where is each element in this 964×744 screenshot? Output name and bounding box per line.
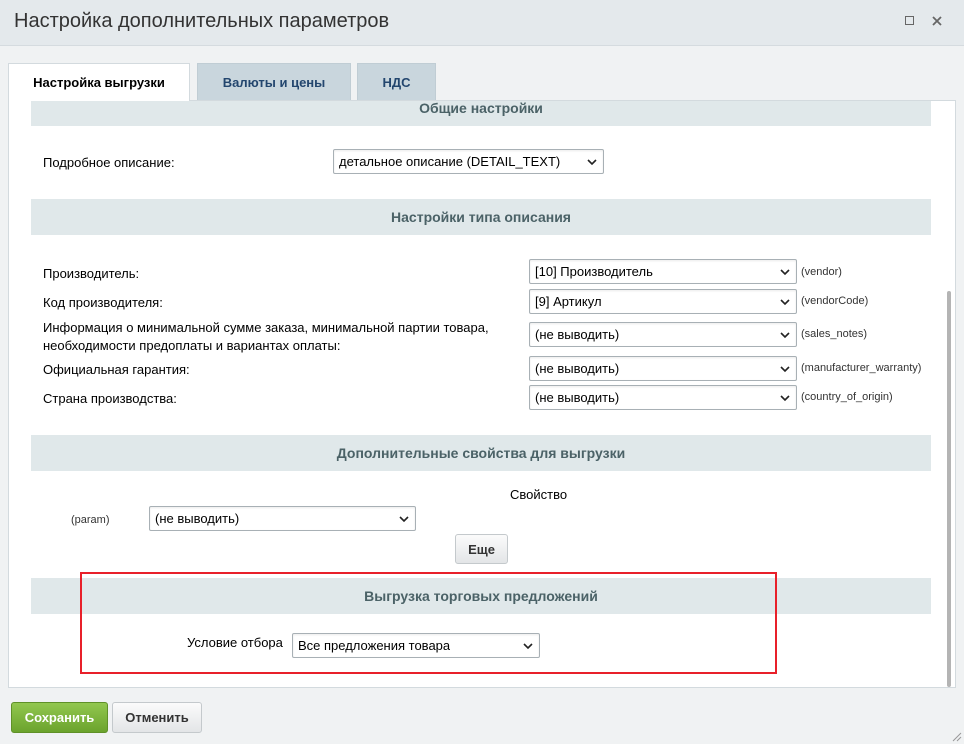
section-title: Выгрузка торговых предложений [364, 588, 598, 604]
maximize-icon[interactable] [902, 13, 918, 29]
section-title: Настройки типа описания [391, 209, 571, 225]
scrollbar[interactable] [947, 291, 951, 687]
more-button[interactable]: Еще [455, 534, 508, 564]
vendor-code-hint: (vendor) [801, 266, 842, 278]
tab-label: Настройка выгрузки [33, 75, 165, 90]
detail-description-label: Подробное описание: [43, 155, 175, 170]
close-icon[interactable] [929, 13, 945, 29]
chevron-down-icon [587, 159, 597, 166]
chevron-down-icon [780, 269, 790, 276]
select-value: (не выводить) [535, 390, 620, 405]
sales-notes-code-hint: (sales_notes) [801, 328, 868, 340]
save-button[interactable]: Сохранить [11, 702, 108, 733]
select-value: [9] Артикул [535, 294, 602, 309]
sales-notes-label-line2: необходимости предоплаты и вариантах опл… [43, 338, 341, 353]
tab-currencies-prices[interactable]: Валюты и цены [197, 63, 351, 100]
chevron-down-icon [780, 366, 790, 373]
property-column-label: Свойство [510, 487, 568, 502]
tab-label: Валюты и цены [222, 74, 326, 90]
chevron-down-icon [780, 332, 790, 339]
section-title: Дополнительные свойства для выгрузки [336, 445, 626, 461]
chevron-down-icon [399, 516, 409, 523]
select-value: (не выводить) [155, 511, 240, 526]
tab-vat[interactable]: НДС [357, 63, 436, 100]
cancel-button[interactable]: Отменить [112, 702, 202, 733]
vendorcode-code-hint: (vendorCode) [801, 295, 869, 307]
select-value: детальное описание (DETAIL_TEXT) [339, 154, 561, 169]
select-value: Все предложения товара [298, 638, 451, 653]
manufacturer-warranty-code-hint: (manufacturer_warranty) [801, 362, 922, 374]
tab-label: НДС [382, 74, 411, 90]
country-of-origin-code-hint: (country_of_origin) [801, 391, 893, 403]
vendor-code-label: Код производителя: [43, 295, 163, 310]
manufacturer-warranty-label: Официальная гарантия: [43, 362, 190, 377]
section-title: Общие настройки [419, 100, 543, 116]
sales-notes-label-line1: Информация о минимальной сумме заказа, м… [43, 320, 489, 335]
chevron-down-icon [523, 643, 533, 650]
resize-grip-icon[interactable] [950, 730, 962, 742]
select-value: (не выводить) [535, 361, 620, 376]
vendor-select[interactable]: [10] Производитель [529, 259, 797, 284]
detail-description-select[interactable]: детальное описание (DETAIL_TEXT) [333, 149, 604, 174]
section-header-offers: Выгрузка торговых предложений [31, 578, 931, 614]
chevron-down-icon [780, 395, 790, 402]
dialog-title: Настройка дополнительных параметров [14, 10, 390, 32]
vendor-label: Производитель: [43, 266, 140, 281]
vendor-code-select[interactable]: [9] Артикул [529, 289, 797, 314]
select-value: [10] Производитель [535, 264, 653, 279]
param-select[interactable]: (не выводить) [149, 506, 416, 531]
section-header-general: Общие настройки [31, 100, 931, 126]
select-value: (не выводить) [535, 327, 620, 342]
param-label: (param) [71, 514, 110, 526]
selection-condition-select[interactable]: Все предложения товара [292, 633, 540, 658]
chevron-down-icon [780, 299, 790, 306]
country-of-origin-label: Страна производства: [43, 391, 177, 406]
dialog-titlebar: Настройка дополнительных параметров [0, 0, 964, 46]
tab-export-settings[interactable]: Настройка выгрузки [8, 63, 190, 101]
country-of-origin-select[interactable]: (не выводить) [529, 385, 797, 410]
manufacturer-warranty-select[interactable]: (не выводить) [529, 356, 797, 381]
settings-panel: Общие настройки Подробное описание: дета… [8, 100, 956, 688]
section-header-description-type: Настройки типа описания [31, 199, 931, 235]
selection-condition-label: Условие отбора [187, 635, 283, 650]
sales-notes-select[interactable]: (не выводить) [529, 322, 797, 347]
section-header-extra-properties: Дополнительные свойства для выгрузки [31, 435, 931, 471]
